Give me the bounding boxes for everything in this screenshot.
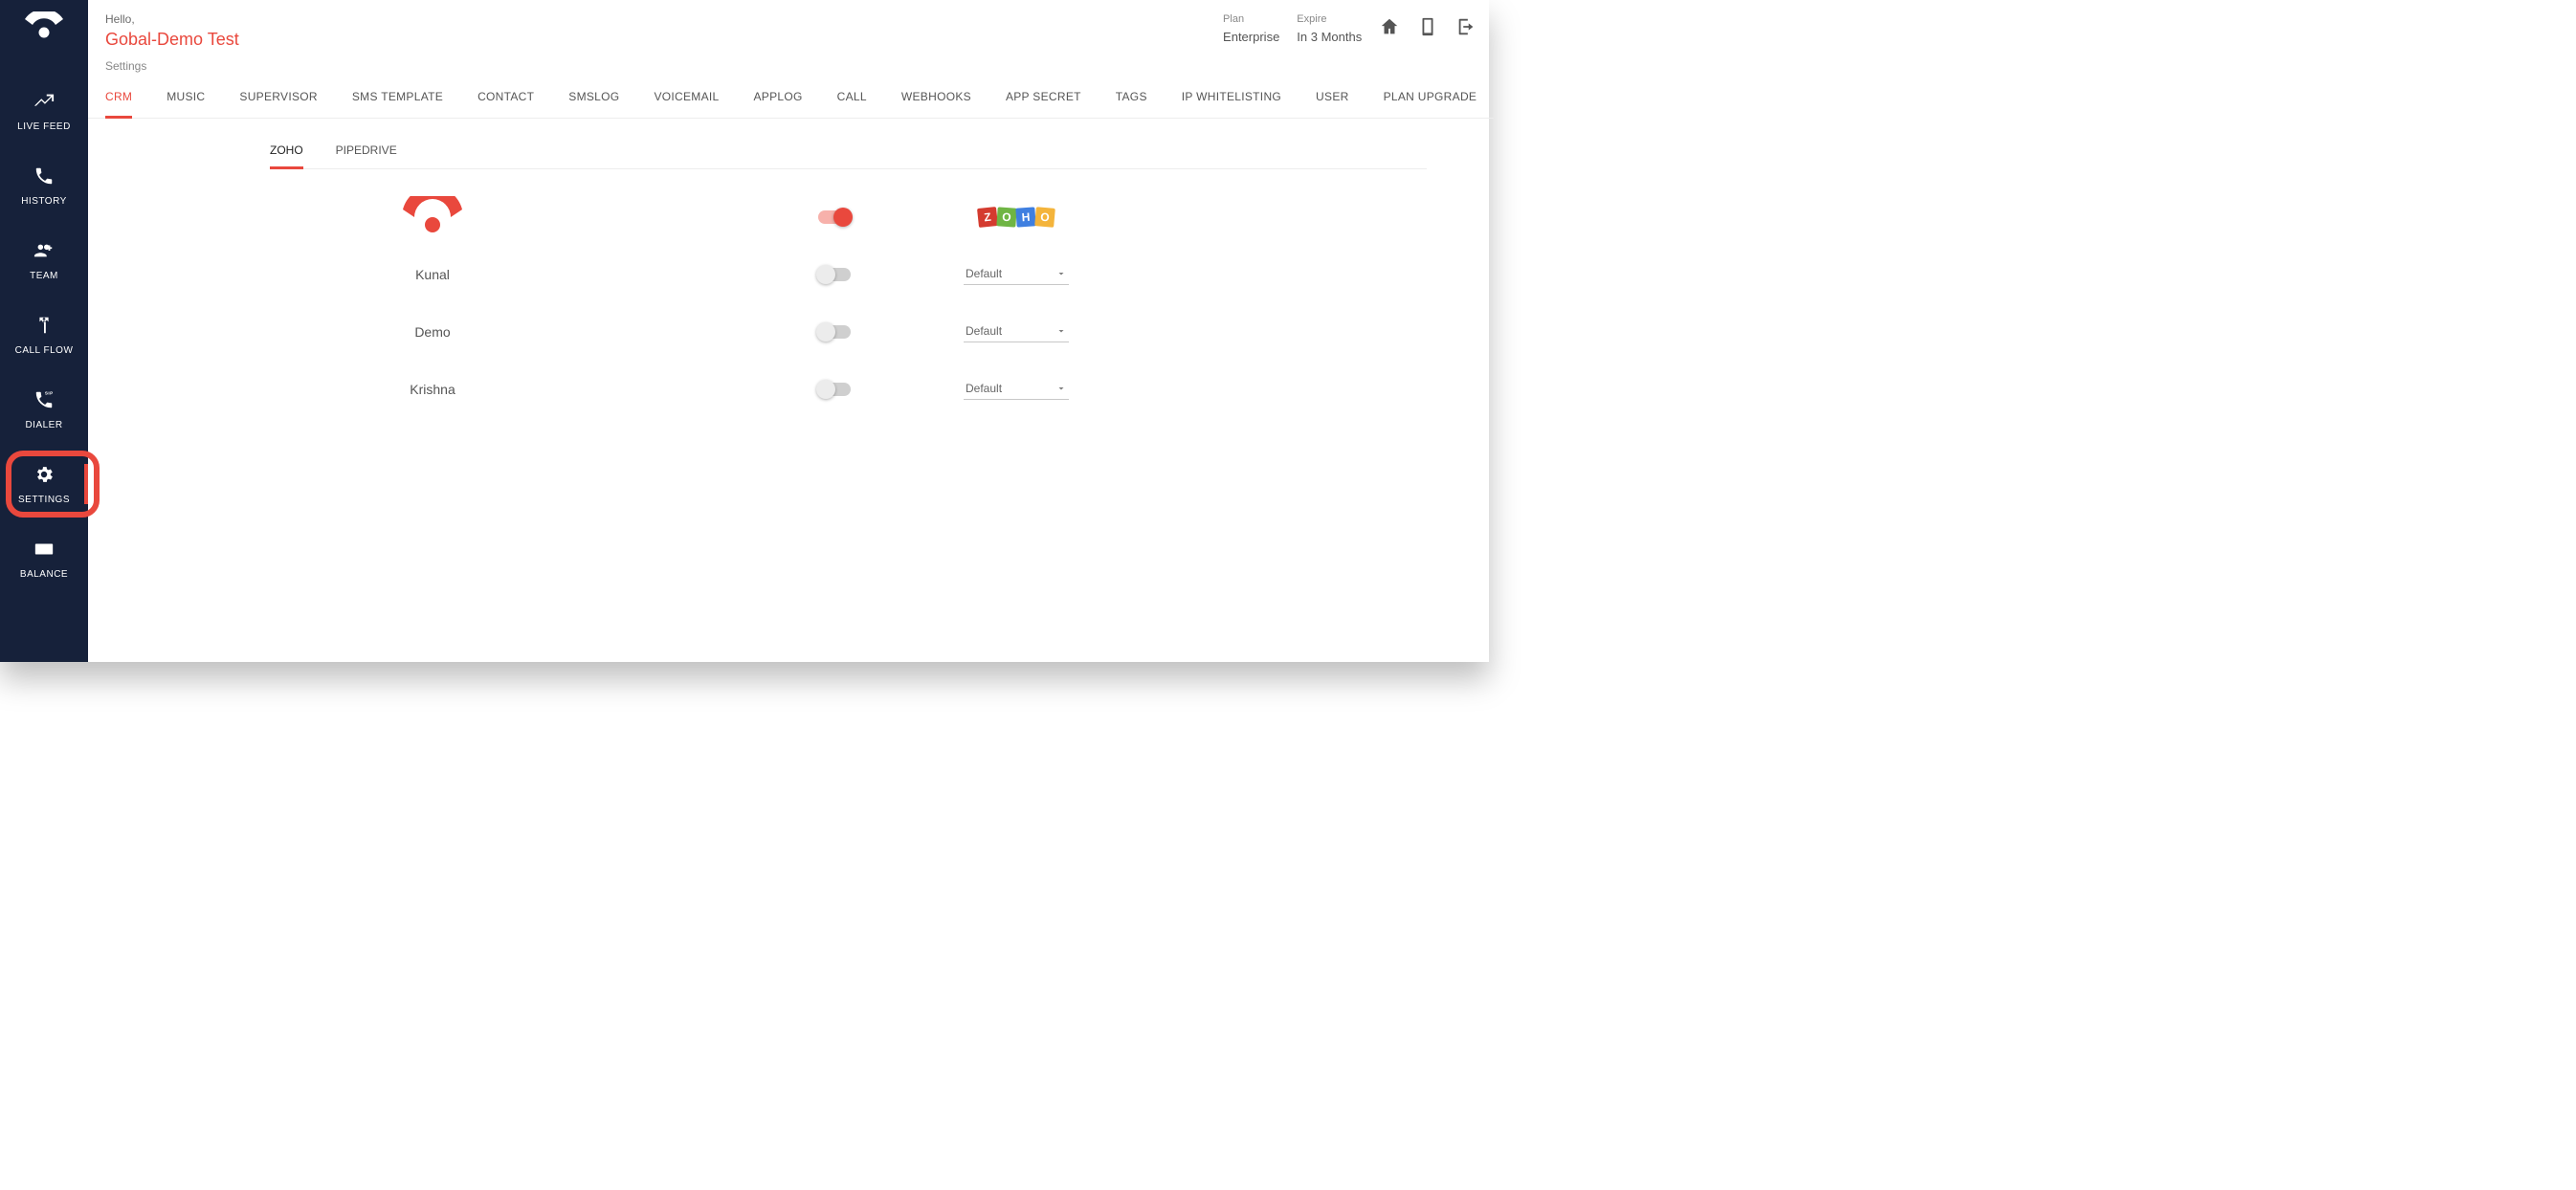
sidebar-item-livefeed[interactable]: LIVE FEED xyxy=(0,74,88,148)
user-toggle[interactable] xyxy=(818,325,851,339)
chevron-down-icon xyxy=(1055,325,1067,337)
logout-button[interactable] xyxy=(1455,16,1477,42)
sidebar-label: BALANCE xyxy=(20,569,68,580)
mapping-select[interactable]: Default xyxy=(964,378,1069,400)
sidebar-label: TEAM xyxy=(30,271,58,281)
user-toggle[interactable] xyxy=(818,268,851,281)
tab-music[interactable]: MUSIC xyxy=(167,77,205,118)
mapping-select[interactable]: Default xyxy=(964,320,1069,342)
zoho-logo-cell: Z O H O xyxy=(892,208,1141,227)
phone-icon xyxy=(33,165,55,187)
sidebar-item-callflow[interactable]: CALL FLOW xyxy=(0,298,88,372)
crm-subtabs: ZOHO PIPEDRIVE xyxy=(270,136,1427,169)
mapping-value: Default xyxy=(966,382,1002,395)
phone-sip-icon: SIP xyxy=(33,389,55,410)
master-toggle[interactable] xyxy=(818,210,851,224)
tab-user[interactable]: USER xyxy=(1316,77,1349,118)
home-button[interactable] xyxy=(1379,16,1400,42)
mapping-value: Default xyxy=(966,267,1002,280)
app-logo-cell xyxy=(88,196,777,237)
tenant-name: Gobal-Demo Test xyxy=(105,28,239,52)
sidebar-item-balance[interactable]: BALANCE xyxy=(0,521,88,596)
user-row: Krishna Default xyxy=(88,361,1494,418)
tab-app-secret[interactable]: APP SECRET xyxy=(1006,77,1081,118)
tab-tags[interactable]: TAGS xyxy=(1116,77,1147,118)
sidebar-item-history[interactable]: HISTORY xyxy=(0,148,88,223)
sidebar-label: HISTORY xyxy=(21,196,67,207)
mapping-value: Default xyxy=(966,324,1002,338)
tab-sms-template[interactable]: SMS TEMPLATE xyxy=(352,77,443,118)
plan-cell: Plan Enterprise xyxy=(1223,11,1279,46)
home-icon xyxy=(1379,16,1400,37)
tenant-block: Hello, Gobal-Demo Test xyxy=(105,11,239,52)
logout-icon xyxy=(1455,16,1477,37)
crm-content: Z O H O Kunal Default Demo xyxy=(88,183,1494,418)
mobile-button[interactable] xyxy=(1417,16,1438,42)
user-name: Kunal xyxy=(88,267,777,282)
topbar: Hello, Gobal-Demo Test Plan Enterprise E… xyxy=(88,0,1494,52)
plan-value: Enterprise xyxy=(1223,28,1279,47)
master-row: Z O H O xyxy=(88,188,1494,246)
expire-cell: Expire In 3 Months xyxy=(1297,11,1362,46)
tab-voicemail[interactable]: VOICEMAIL xyxy=(654,77,719,118)
user-name: Demo xyxy=(88,324,777,340)
tab-ip-whitelist[interactable]: IP WHITELISTING xyxy=(1182,77,1281,118)
user-name: Krishna xyxy=(88,382,777,397)
tab-webhooks[interactable]: WEBHOOKS xyxy=(901,77,971,118)
expire-label: Expire xyxy=(1297,11,1362,28)
sidebar-label: SETTINGS xyxy=(18,495,70,505)
hello-label: Hello, xyxy=(105,11,239,28)
tab-plan-upgrade[interactable]: PLAN UPGRADE xyxy=(1384,77,1477,118)
chevron-down-icon xyxy=(1055,383,1067,394)
group-add-icon xyxy=(33,240,55,261)
phone-logo-icon xyxy=(395,196,470,234)
breadcrumb: Settings xyxy=(88,52,1494,77)
subtab-pipedrive[interactable]: PIPEDRIVE xyxy=(336,136,397,168)
sidebar: LIVE FEED HISTORY TEAM CALL FLOW SIP DIA… xyxy=(0,0,88,662)
trend-icon xyxy=(33,91,55,112)
tab-crm[interactable]: CRM xyxy=(105,77,132,119)
sidebar-label: DIALER xyxy=(25,420,62,430)
zoho-h: H xyxy=(1015,207,1035,227)
settings-tabs: CRM MUSIC SUPERVISOR SMS TEMPLATE CONTAC… xyxy=(88,77,1494,119)
sidebar-label: LIVE FEED xyxy=(17,121,71,132)
zoho-z: Z xyxy=(977,207,998,228)
svg-text:SIP: SIP xyxy=(45,390,54,395)
user-row: Demo Default xyxy=(88,303,1494,361)
mapping-select[interactable]: Default xyxy=(964,263,1069,285)
split-icon xyxy=(33,315,55,336)
expire-value: In 3 Months xyxy=(1297,28,1362,47)
zoho-o2: O xyxy=(1034,207,1055,228)
sidebar-label: CALL FLOW xyxy=(15,345,74,356)
phone-device-icon xyxy=(1417,16,1438,37)
topbar-right: Plan Enterprise Expire In 3 Months xyxy=(1223,11,1477,46)
main: Hello, Gobal-Demo Test Plan Enterprise E… xyxy=(88,0,1494,662)
gear-icon xyxy=(33,464,55,485)
app-logo xyxy=(21,11,67,45)
tab-smslog[interactable]: SMSLOG xyxy=(568,77,619,118)
card-icon xyxy=(33,539,55,560)
zoho-logo: Z O H O xyxy=(978,208,1055,227)
user-toggle[interactable] xyxy=(818,383,851,396)
sidebar-item-team[interactable]: TEAM xyxy=(0,223,88,298)
zoho-o1: O xyxy=(996,207,1016,227)
sidebar-item-dialer[interactable]: SIP DIALER xyxy=(0,372,88,447)
plan-label: Plan xyxy=(1223,11,1279,28)
tab-contact[interactable]: CONTACT xyxy=(477,77,534,118)
tab-call[interactable]: CALL xyxy=(837,77,867,118)
tab-supervisor[interactable]: SUPERVISOR xyxy=(239,77,317,118)
tab-applog[interactable]: APPLOG xyxy=(754,77,803,118)
chevron-down-icon xyxy=(1055,268,1067,279)
subtab-zoho[interactable]: ZOHO xyxy=(270,136,303,169)
sidebar-item-settings[interactable]: SETTINGS xyxy=(0,447,88,521)
user-row: Kunal Default xyxy=(88,246,1494,303)
